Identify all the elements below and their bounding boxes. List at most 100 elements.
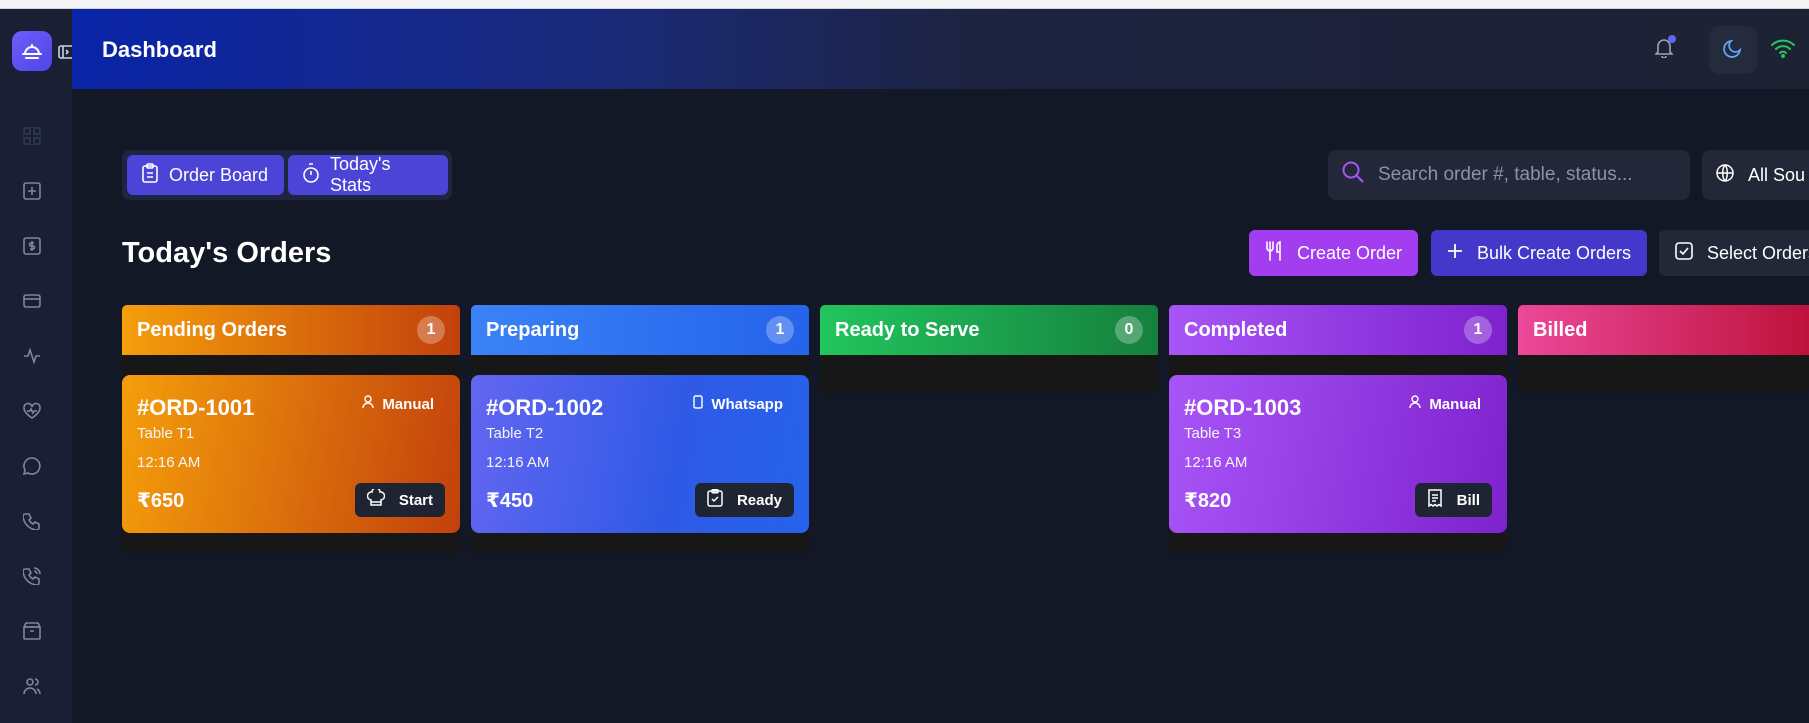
column-header: Completed 1 bbox=[1169, 305, 1507, 355]
globe-icon bbox=[1716, 163, 1734, 187]
search-placeholder: Search order #, table, status... bbox=[1378, 164, 1633, 185]
action-label: Start bbox=[398, 491, 433, 509]
timer-icon bbox=[302, 162, 320, 188]
column-header: Preparing 1 bbox=[471, 305, 809, 355]
column-preparing: Preparing 1 #ORD-1002 Table T2 12:16 AM … bbox=[471, 305, 809, 553]
select-orders-button[interactable]: Select Orders bbox=[1659, 230, 1809, 276]
source-filter-label: All Sou bbox=[1748, 164, 1806, 185]
bulk-create-label: Bulk Create Orders bbox=[1477, 242, 1632, 263]
column-title: Billed bbox=[1533, 318, 1588, 341]
main-content: Order Board Today's Stats Search order #… bbox=[72, 89, 1809, 723]
column-completed: Completed 1 #ORD-1003 Table T3 12:16 AM … bbox=[1169, 305, 1507, 553]
bulk-create-orders-button[interactable]: Bulk Create Orders bbox=[1431, 230, 1648, 276]
order-amount: ₹650 bbox=[137, 490, 185, 512]
phone-call-icon[interactable] bbox=[22, 566, 42, 586]
top-header: Dashboard bbox=[72, 9, 1809, 89]
column-title: Completed bbox=[1184, 318, 1288, 341]
page-title: Today's Orders bbox=[122, 237, 332, 269]
order-time: 12:16 AM bbox=[486, 454, 550, 471]
order-card[interactable]: #ORD-1003 Table T3 12:16 AM Manual ₹820 … bbox=[1169, 375, 1507, 533]
connection-status bbox=[1757, 26, 1809, 74]
column-header: Billed bbox=[1518, 305, 1809, 355]
card-icon[interactable] bbox=[22, 291, 42, 311]
order-source-label: Whatsapp bbox=[711, 395, 783, 413]
column-body: #ORD-1002 Table T2 12:16 AM Whatsapp ₹45… bbox=[471, 355, 809, 553]
package-icon[interactable] bbox=[22, 621, 42, 641]
chef-dish-icon[interactable] bbox=[12, 31, 52, 71]
column-body: #ORD-1003 Table T3 12:16 AM Manual ₹820 … bbox=[1169, 355, 1507, 553]
order-amount: ₹820 bbox=[1184, 490, 1232, 512]
chat-icon[interactable] bbox=[22, 456, 42, 476]
bill-button[interactable]: Bill bbox=[1414, 483, 1492, 517]
column-header: Ready to Serve 0 bbox=[820, 305, 1158, 355]
column-body bbox=[820, 355, 1158, 393]
create-order-button[interactable]: Create Order bbox=[1249, 230, 1419, 276]
order-card[interactable]: #ORD-1002 Table T2 12:16 AM Whatsapp ₹45… bbox=[471, 375, 809, 533]
chef-hat-icon bbox=[366, 487, 386, 511]
column-billed: Billed bbox=[1518, 305, 1809, 393]
view-tabs: Order Board Today's Stats bbox=[122, 150, 452, 200]
wifi-icon bbox=[1771, 38, 1795, 63]
ready-button[interactable]: Ready bbox=[694, 483, 794, 517]
order-source: Manual bbox=[362, 395, 434, 413]
column-title: Preparing bbox=[486, 318, 580, 341]
plus-icon bbox=[1447, 243, 1463, 264]
search-input[interactable]: Search order #, table, status... bbox=[1328, 150, 1690, 200]
notification-dot bbox=[1668, 35, 1676, 43]
phone-icon[interactable] bbox=[22, 511, 42, 531]
sidebar bbox=[0, 9, 74, 723]
page-header-title: Dashboard bbox=[102, 37, 217, 62]
clipboard-check-icon bbox=[707, 489, 723, 511]
checkbox-icon bbox=[1675, 241, 1693, 265]
user-icon bbox=[362, 395, 375, 413]
moon-icon bbox=[1723, 38, 1743, 63]
search-icon bbox=[1342, 161, 1364, 189]
tab-label: Order Board bbox=[169, 164, 269, 185]
source-filter-button[interactable]: All Sou bbox=[1702, 150, 1809, 200]
column-title: Pending Orders bbox=[137, 318, 288, 341]
column-count-badge: 1 bbox=[766, 316, 794, 344]
create-order-label: Create Order bbox=[1297, 242, 1403, 263]
dollar-icon[interactable] bbox=[22, 236, 42, 256]
column-count-badge: 1 bbox=[1464, 316, 1492, 344]
column-count-badge: 0 bbox=[1115, 316, 1143, 344]
order-source-label: Manual bbox=[1429, 395, 1481, 413]
order-source: Whatsapp bbox=[693, 395, 783, 413]
order-table: Table T1 bbox=[137, 425, 195, 442]
select-orders-label: Select Orders bbox=[1707, 242, 1809, 263]
browser-top-strip bbox=[0, 0, 1809, 9]
order-source-label: Manual bbox=[382, 395, 434, 413]
column-title: Ready to Serve bbox=[835, 318, 980, 341]
smartphone-icon bbox=[693, 395, 704, 413]
column-header: Pending Orders 1 bbox=[122, 305, 460, 355]
action-label: Bill bbox=[1456, 491, 1480, 509]
order-table: Table T2 bbox=[486, 425, 544, 442]
heart-pulse-icon[interactable] bbox=[22, 401, 42, 421]
clipboard-icon bbox=[141, 162, 159, 188]
utensils-icon bbox=[1265, 240, 1283, 266]
column-pending-orders: Pending Orders 1 #ORD-1001 Table T1 12:1… bbox=[122, 305, 460, 553]
column-ready-to-serve: Ready to Serve 0 bbox=[820, 305, 1158, 393]
order-source: Manual bbox=[1409, 395, 1481, 413]
start-button[interactable]: Start bbox=[354, 483, 445, 517]
notifications-button[interactable] bbox=[1640, 26, 1688, 74]
order-amount: ₹450 bbox=[486, 490, 534, 512]
receipt-icon bbox=[1427, 489, 1443, 511]
tab-todays-stats[interactable]: Today's Stats bbox=[288, 154, 448, 195]
order-card[interactable]: #ORD-1001 Table T1 12:16 AM Manual ₹650 … bbox=[122, 375, 460, 533]
user-icon bbox=[1409, 395, 1422, 413]
column-body: #ORD-1001 Table T1 12:16 AM Manual ₹650 … bbox=[122, 355, 460, 553]
order-time: 12:16 AM bbox=[137, 454, 201, 471]
order-time: 12:16 AM bbox=[1184, 454, 1248, 471]
order-table: Table T3 bbox=[1184, 425, 1242, 442]
column-count-badge: 1 bbox=[417, 316, 445, 344]
theme-toggle-button[interactable] bbox=[1709, 26, 1757, 74]
users-icon[interactable] bbox=[22, 676, 42, 696]
tab-order-board[interactable]: Order Board bbox=[127, 155, 284, 195]
tab-label: Today's Stats bbox=[330, 154, 391, 195]
plus-square-icon[interactable] bbox=[22, 181, 42, 201]
action-label: Ready bbox=[736, 491, 782, 509]
grid-icon[interactable] bbox=[22, 126, 42, 146]
activity-icon[interactable] bbox=[22, 346, 42, 366]
column-body bbox=[1518, 355, 1809, 393]
